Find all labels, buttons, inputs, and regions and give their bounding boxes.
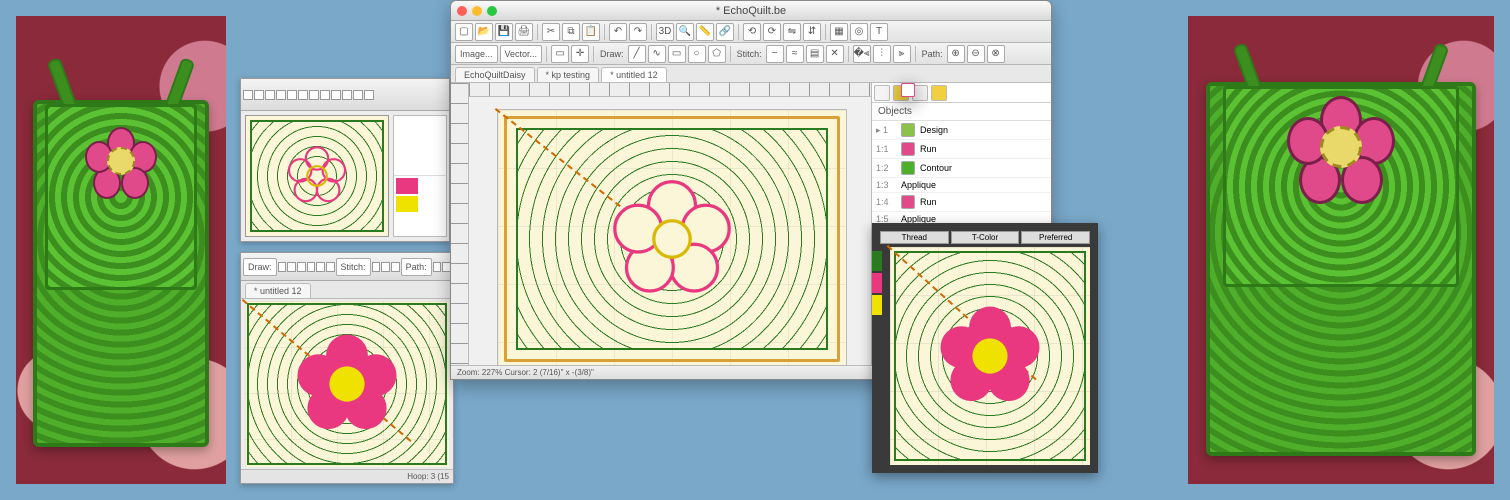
color-swatch-green[interactable] xyxy=(872,251,882,271)
object-index: 1:4 xyxy=(876,197,896,207)
flip-v-icon[interactable]: ⇵ xyxy=(803,23,821,41)
hoop-icon[interactable]: ◎ xyxy=(850,23,868,41)
detail-preview-panel: Thread T-Color Preferred xyxy=(872,223,1098,473)
copy-icon[interactable]: ⧉ xyxy=(562,23,580,41)
rotate-left-icon[interactable]: ⟲ xyxy=(743,23,761,41)
open-icon[interactable]: 📂 xyxy=(475,23,493,41)
path-label: Path: xyxy=(920,49,945,59)
flower-filled-icon xyxy=(292,329,402,439)
three-d-icon[interactable]: 3D xyxy=(656,23,674,41)
new-file-icon[interactable]: ▢ xyxy=(455,23,473,41)
draw-rect-icon[interactable]: ▭ xyxy=(668,45,686,63)
object-label: Design xyxy=(920,125,948,135)
doc-tab-3[interactable]: * untitled 12 xyxy=(601,67,667,82)
draw-label: Draw: xyxy=(243,258,277,276)
path-label: Path: xyxy=(401,258,432,276)
object-label: Contour xyxy=(920,163,952,173)
redo-icon[interactable]: ↷ xyxy=(629,23,647,41)
object-label: Run xyxy=(920,144,937,154)
paste-icon[interactable]: 📋 xyxy=(582,23,600,41)
flower-design[interactable] xyxy=(607,174,737,304)
vector-button[interactable]: Vector... xyxy=(500,45,543,63)
object-index: 1:2 xyxy=(876,163,896,173)
doc-tab-2[interactable]: * kp testing xyxy=(537,67,600,82)
product-photo-left xyxy=(16,16,226,484)
color-swatch-yellow[interactable] xyxy=(872,295,882,315)
stitch-fill-icon[interactable]: ▤ xyxy=(806,45,824,63)
grid-icon[interactable]: ▦ xyxy=(830,23,848,41)
product-photo-right xyxy=(1188,16,1494,484)
draw-curve-icon[interactable]: ∿ xyxy=(648,45,666,63)
doc-tab[interactable]: * untitled 12 xyxy=(245,283,311,298)
object-index: 1:1 xyxy=(876,144,896,154)
draw-circle-icon[interactable]: ○ xyxy=(688,45,706,63)
object-row[interactable]: 1:4 Run xyxy=(872,193,1051,212)
ruler-horizontal xyxy=(469,83,871,97)
print-icon[interactable]: 🖨 xyxy=(515,23,533,41)
align-left-icon[interactable]: �⫷ xyxy=(853,45,871,63)
cut-icon[interactable]: ✂ xyxy=(542,23,560,41)
object-index: 1:3 xyxy=(876,180,896,190)
detail-canvas[interactable] xyxy=(890,247,1090,465)
status-zoom-cursor: Zoom: 227% Cursor: 2 (7/16)" x -(3/8)" xyxy=(457,368,594,377)
stitch-label: Stitch: xyxy=(735,49,764,59)
ruler-vertical xyxy=(451,83,469,365)
object-type-icon xyxy=(901,123,915,137)
save-icon[interactable]: 💾 xyxy=(495,23,513,41)
stitch-label: Stitch: xyxy=(336,258,371,276)
stitch-run-icon[interactable]: ~ xyxy=(766,45,784,63)
flip-h-icon[interactable]: ⇋ xyxy=(783,23,801,41)
flower-outline-icon xyxy=(282,141,352,211)
path-sub-icon[interactable]: ⊖ xyxy=(967,45,985,63)
color-swatch-pink[interactable] xyxy=(872,273,882,293)
image-button[interactable]: Image... xyxy=(455,45,498,63)
draw-line-icon[interactable]: ╱ xyxy=(628,45,646,63)
undo-icon[interactable]: ↶ xyxy=(609,23,627,41)
object-row[interactable]: 1:3 Applique xyxy=(872,178,1051,193)
panel-tool-4[interactable] xyxy=(931,85,947,101)
detail-tab-preferred[interactable]: Preferred xyxy=(1021,231,1090,244)
flower-filled-icon xyxy=(935,301,1045,411)
path-int-icon[interactable]: ⊗ xyxy=(987,45,1005,63)
objects-header: Objects xyxy=(872,103,1051,121)
draw-label: Draw: xyxy=(598,49,626,59)
app-thumb-filled: Draw: Stitch: Path: * untitled 12 Hoop: … xyxy=(240,252,454,484)
app-thumb-outline xyxy=(240,78,450,242)
object-row[interactable]: 1:2 Contour xyxy=(872,159,1051,178)
object-type-icon xyxy=(901,142,915,156)
object-index: ▸ 1 xyxy=(876,125,896,136)
doc-tab-1[interactable]: EchoQuiltDaisy xyxy=(455,67,535,82)
detail-tab-thread[interactable]: Thread xyxy=(880,231,949,244)
object-row[interactable]: ▸ 1 Design xyxy=(872,121,1051,140)
draw-poly-icon[interactable]: ⬠ xyxy=(708,45,726,63)
text-icon[interactable]: T xyxy=(870,23,888,41)
main-toolbar: ▢ 📂 💾 🖨 ✂ ⧉ 📋 ↶ ↷ 3D 🔍 📏 🔗 ⟲ ⟳ ⇋ ⇵ ▦ ◎ T xyxy=(451,21,1051,43)
object-label: Applique xyxy=(901,180,936,190)
zoom-in-icon[interactable]: 🔍 xyxy=(676,23,694,41)
document-tabs: EchoQuiltDaisy * kp testing * untitled 1… xyxy=(451,65,1051,83)
detail-tab-tcolor[interactable]: T-Color xyxy=(951,231,1020,244)
stitch-satin-icon[interactable]: ≈ xyxy=(786,45,804,63)
design-canvas[interactable] xyxy=(497,109,847,365)
link-icon[interactable]: 🔗 xyxy=(716,23,734,41)
panel-tool-1[interactable] xyxy=(874,85,890,101)
second-toolbar: Image... Vector... ▭ ✛ Draw: ╱ ∿ ▭ ○ ⬠ S… xyxy=(451,43,1051,65)
object-type-icon xyxy=(901,161,915,175)
thumb-status: Hoop: 3 (15 xyxy=(241,469,453,483)
object-label: Run xyxy=(920,197,937,207)
window-title: * EchoQuilt.be xyxy=(451,5,1051,17)
rotate-right-icon[interactable]: ⟳ xyxy=(763,23,781,41)
path-union-icon[interactable]: ⊕ xyxy=(947,45,965,63)
point-icon[interactable]: ✛ xyxy=(571,45,589,63)
select-icon[interactable]: ▭ xyxy=(551,45,569,63)
object-row[interactable]: 1:1 Run xyxy=(872,140,1051,159)
titlebar[interactable]: * EchoQuilt.be xyxy=(451,1,1051,21)
stitch-cross-icon[interactable]: ✕ xyxy=(826,45,844,63)
object-type-icon xyxy=(901,195,915,209)
measure-icon[interactable]: 📏 xyxy=(696,23,714,41)
align-right-icon[interactable]: ⫸ xyxy=(893,45,911,63)
align-center-icon[interactable]: ⫶ xyxy=(873,45,891,63)
